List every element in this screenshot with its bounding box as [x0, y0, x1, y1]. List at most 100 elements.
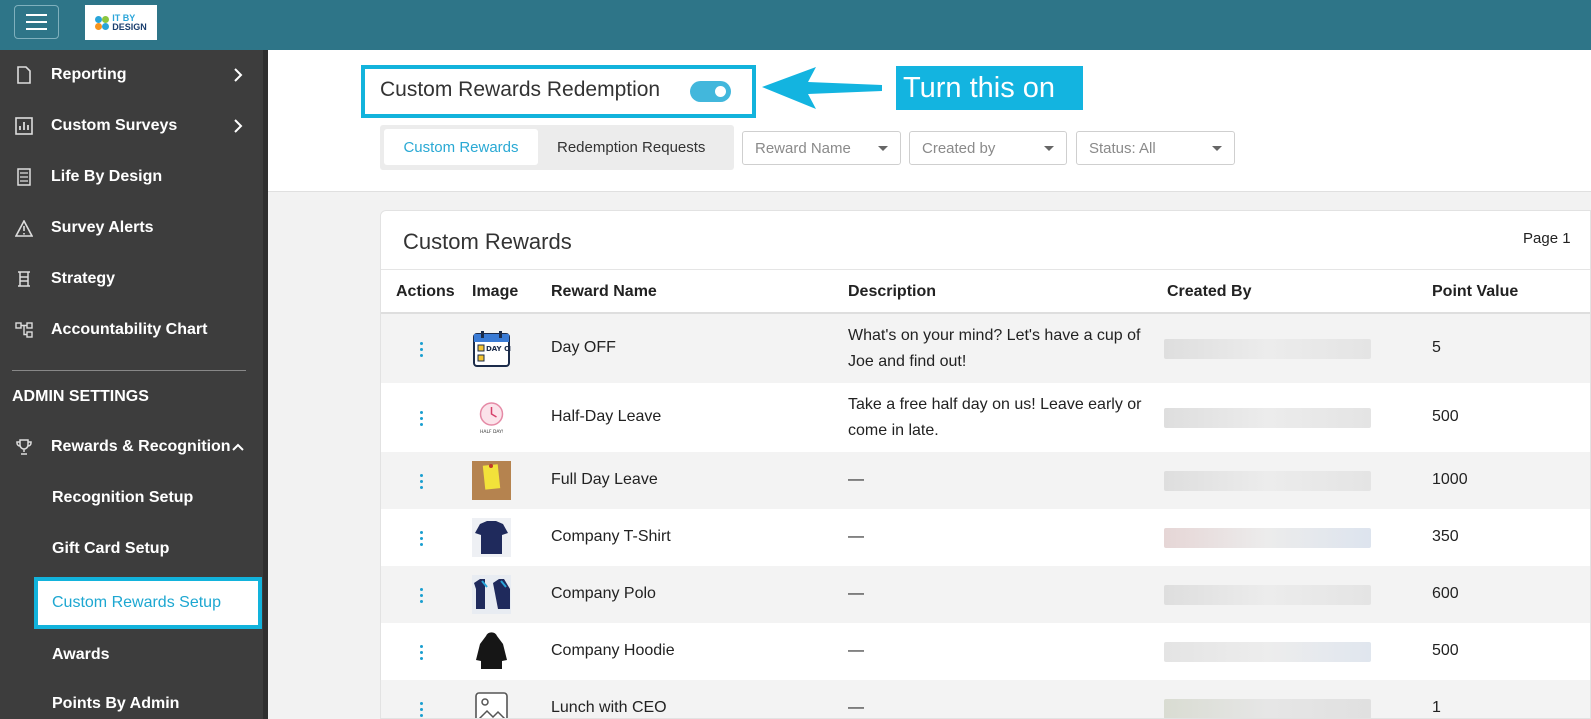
svg-text:HALF DAY!: HALF DAY!	[480, 429, 504, 435]
header-divider	[381, 269, 1590, 270]
point-value: 1000	[1432, 471, 1468, 488]
reward-description: —	[848, 642, 864, 659]
reward-name: Company T-Shirt	[551, 528, 671, 545]
filter-placeholder: Created by	[922, 139, 996, 157]
created-by-filter[interactable]: Created by	[909, 131, 1067, 165]
point-value: 500	[1432, 408, 1459, 425]
sidebar-item-custom-surveys[interactable]: Custom Surveys	[0, 106, 263, 146]
logo-text: IT BY DESIGN	[112, 12, 147, 32]
strategy-icon	[14, 269, 34, 289]
report-icon	[14, 65, 34, 85]
half-day-clock-image: HALF DAY!	[479, 402, 504, 435]
reward-name-filter[interactable]: Reward Name	[742, 131, 901, 165]
column-header-actions: Actions	[396, 283, 455, 300]
row-actions-menu-icon[interactable]	[420, 342, 424, 360]
created-by-redacted	[1164, 408, 1371, 428]
sidebar-subitem-custom-rewards-setup[interactable]: Custom Rewards Setup	[34, 577, 262, 629]
trophy-icon	[14, 437, 34, 457]
table-row: Company Hoodie — 500	[381, 623, 1590, 680]
chevron-right-icon	[234, 119, 243, 133]
row-actions-menu-icon[interactable]	[420, 588, 424, 606]
list-icon	[14, 167, 34, 187]
sidebar-item-survey-alerts[interactable]: Survey Alerts	[0, 208, 263, 248]
custom-rewards-redemption-toggle[interactable]	[690, 81, 731, 102]
sidebar-subitem-gift-card-setup[interactable]: Gift Card Setup	[52, 540, 169, 558]
point-value: 600	[1432, 585, 1459, 602]
created-by-redacted	[1164, 699, 1371, 718]
logo-mark-icon	[95, 15, 110, 30]
row-actions-menu-icon[interactable]	[420, 474, 424, 492]
column-header-reward-name[interactable]: Reward Name	[551, 283, 657, 301]
custom-rewards-redemption-label: Custom Rewards Redemption	[380, 78, 661, 101]
sidebar-item-strategy[interactable]: Strategy	[0, 259, 263, 299]
row-actions-menu-icon[interactable]	[420, 531, 424, 549]
row-actions-menu-icon[interactable]	[420, 645, 424, 663]
created-by-redacted	[1164, 642, 1371, 662]
created-by-redacted	[1164, 585, 1371, 605]
sidebar-subitem-awards[interactable]: Awards	[52, 646, 110, 664]
row-actions-menu-icon[interactable]	[420, 702, 424, 718]
point-value: 500	[1432, 642, 1459, 659]
status-filter[interactable]: Status: All	[1076, 131, 1235, 165]
sidebar-item-rewards-recognition[interactable]: Rewards & Recognition	[0, 427, 263, 467]
column-header-point-value[interactable]: Point Value	[1432, 283, 1518, 301]
point-value: 350	[1432, 528, 1459, 545]
sidebar-subitem-recognition-setup[interactable]: Recognition Setup	[52, 489, 193, 507]
sidebar-item-label: Strategy	[51, 270, 116, 287]
annotation-arrow-icon	[762, 67, 882, 109]
column-header-description: Description	[848, 283, 937, 300]
reward-description: —	[848, 471, 864, 488]
column-header-image: Image	[472, 283, 519, 300]
caret-down-icon	[878, 146, 888, 151]
sidebar-subitem-points-by-admin[interactable]: Points By Admin	[52, 695, 179, 713]
table-row: Company T-Shirt — 350	[381, 509, 1590, 566]
sidebar-item-label: Custom Surveys	[51, 117, 178, 134]
caret-down-icon	[1212, 146, 1222, 151]
sidebar-item-label: Survey Alerts	[51, 219, 154, 236]
tabs: Custom Rewards Redemption Requests	[380, 125, 734, 170]
table-row: DAY OFF Day OFF What's on your mind? Let…	[381, 314, 1590, 383]
page-indicator: Page 1	[1523, 230, 1571, 247]
hamburger-menu-button[interactable]	[14, 5, 59, 39]
admin-settings-heading: ADMIN SETTINGS	[12, 388, 149, 405]
table-row: Lunch with CEO — 1	[381, 680, 1590, 718]
row-actions-menu-icon[interactable]	[420, 411, 424, 429]
sidebar-subitem-label: Custom Rewards Setup	[52, 594, 221, 611]
top-bar: IT BY DESIGN	[0, 0, 1591, 50]
reward-name: Company Hoodie	[551, 642, 675, 659]
annotation-callout: Turn this on	[896, 66, 1083, 110]
sidebar-item-life-by-design[interactable]: Life By Design	[0, 157, 263, 197]
full-day-leave-image	[472, 461, 511, 500]
sidebar-item-label: Rewards & Recognition	[51, 438, 231, 455]
filter-selected-value: Status: All	[1089, 139, 1156, 157]
sidebar-item-label: Life By Design	[51, 168, 163, 185]
chevron-up-icon	[232, 443, 244, 451]
created-by-redacted	[1164, 339, 1371, 359]
reward-description: Take a free half day on us! Leave early …	[848, 396, 1142, 413]
point-value: 5	[1432, 339, 1441, 356]
sidebar-item-accountability-chart[interactable]: Accountability Chart	[0, 310, 263, 350]
created-by-redacted	[1164, 528, 1371, 548]
reward-description: Joe and find out!	[848, 353, 967, 370]
reward-name: Day OFF	[551, 339, 616, 356]
caret-down-icon	[1044, 146, 1054, 151]
chevron-right-icon	[234, 68, 243, 82]
created-by-redacted	[1164, 471, 1371, 491]
tab-redemption-requests[interactable]: Redemption Requests	[557, 129, 705, 165]
org-chart-icon	[14, 320, 34, 340]
reward-description: come in late.	[848, 422, 939, 439]
custom-rewards-card: Custom Rewards Page 1 Actions Image Rewa…	[380, 210, 1591, 719]
polo-image	[472, 575, 511, 614]
reward-name: Half-Day Leave	[551, 408, 662, 425]
column-header-created-by[interactable]: Created By	[1167, 283, 1251, 301]
table-row: HALF DAY! Half-Day Leave Take a free hal…	[381, 383, 1590, 452]
card-title: Custom Rewards	[403, 229, 572, 254]
table-row: Full Day Leave — 1000	[381, 452, 1590, 509]
image-placeholder-icon	[475, 692, 508, 718]
reward-description: —	[848, 585, 864, 602]
tab-custom-rewards[interactable]: Custom Rewards	[384, 129, 538, 165]
day-off-calendar-image: DAY OFF	[473, 331, 511, 367]
sidebar-item-reporting[interactable]: Reporting	[0, 55, 263, 95]
company-logo[interactable]: IT BY DESIGN	[85, 5, 157, 40]
warning-icon	[14, 218, 34, 238]
